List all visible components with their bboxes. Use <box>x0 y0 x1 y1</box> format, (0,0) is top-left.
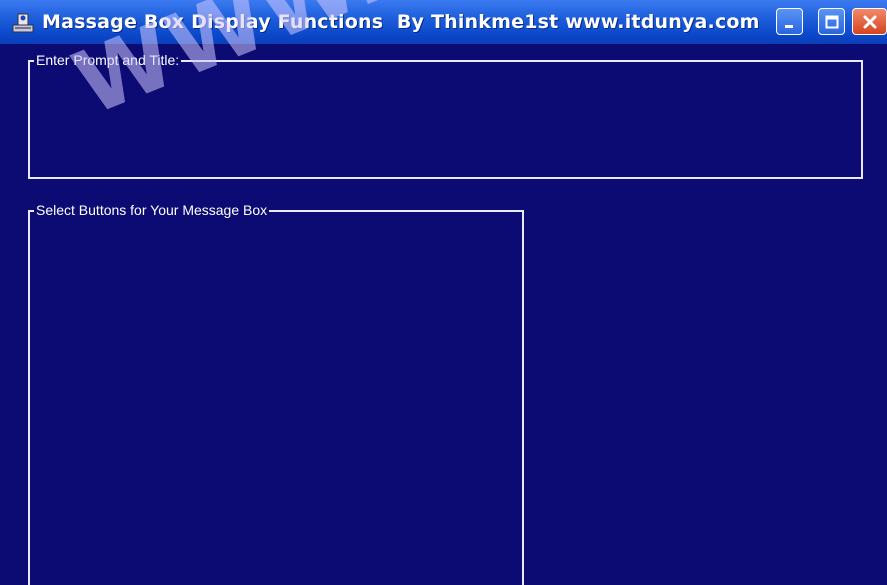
prompt-title-group-label: Enter Prompt and Title: <box>34 51 182 69</box>
minimize-icon <box>783 15 797 29</box>
prompt-title-groupbox: Enter Prompt and Title: <box>28 51 863 179</box>
maximize-icon <box>825 15 839 29</box>
window-title: Massage Box Display Functions By Thinkme… <box>42 11 760 33</box>
close-icon <box>862 14 878 30</box>
title-bar[interactable]: Massage Box Display Functions By Thinkme… <box>0 0 887 44</box>
button-options-groupbox: Select Buttons for Your Message Box <box>28 201 524 585</box>
app-window: Massage Box Display Functions By Thinkme… <box>0 0 887 585</box>
maximize-button[interactable] <box>818 8 845 35</box>
button-options-group-label: Select Buttons for Your Message Box <box>34 201 270 219</box>
close-button[interactable] <box>852 8 887 35</box>
app-icon[interactable] <box>12 11 34 33</box>
minimize-button[interactable] <box>776 8 803 35</box>
